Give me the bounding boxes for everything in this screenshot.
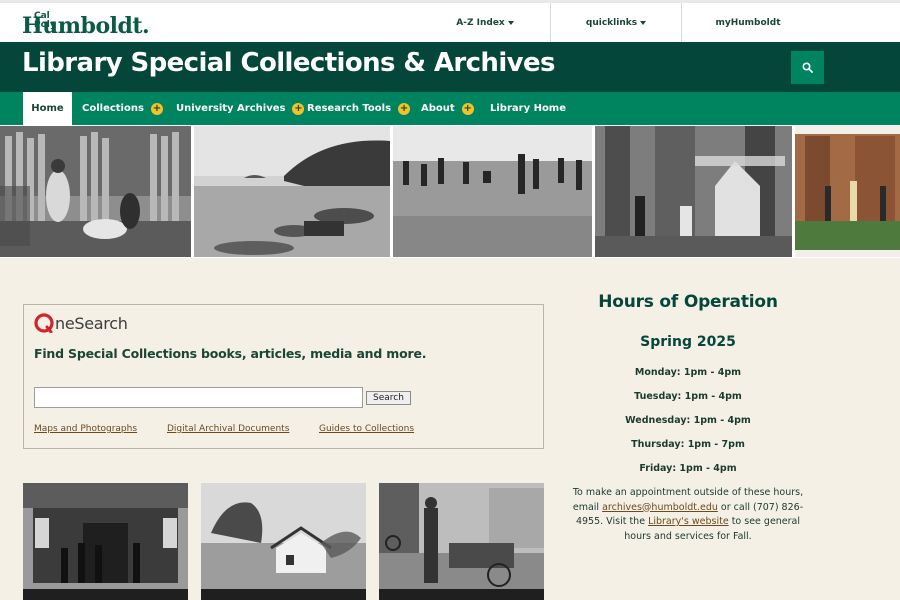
nav-item-collections[interactable]: Collections + (82, 92, 163, 125)
hours-appointment-note: To make an appointment outside of these … (566, 486, 810, 544)
nav-item-home[interactable]: Home (23, 92, 72, 125)
thumbnail-seastack[interactable] (201, 483, 366, 600)
quicklinks-label: quicklinks (585, 17, 638, 28)
nav-item-label: Home (31, 103, 64, 114)
hours-title: Hours of Operation (598, 292, 778, 312)
photo-children-fence (0, 126, 191, 257)
thumbnail-street-vendor[interactable] (379, 483, 544, 600)
hours-day: Tuesday: 1pm - 4pm (634, 391, 742, 402)
az-index-label: A-Z Index (456, 17, 505, 28)
onesearch-search-button[interactable]: Search (366, 391, 411, 405)
nav-item-label: Collections (82, 103, 144, 114)
hours-term: Spring 2025 (640, 334, 736, 350)
az-index-link[interactable]: A-Z Index (420, 3, 550, 42)
myhumboldt-label: myHumboldt (715, 17, 781, 28)
thumbnail-caption-bar (23, 589, 188, 600)
search-icon (802, 62, 813, 73)
onesearch-box: neSearch Find Special Collections books,… (23, 304, 544, 449)
photo-coastline (194, 126, 390, 257)
hours-day: Thursday: 1pm - 7pm (631, 439, 745, 450)
onesearch-logo: neSearch (34, 313, 128, 333)
guides-to-collections-link[interactable]: Guides to Collections (319, 424, 414, 434)
nav-item-about[interactable]: About + (421, 92, 474, 125)
onesearch-logo-icon (34, 313, 54, 333)
hours-day: Friday: 1pm - 4pm (639, 463, 737, 474)
thumbnail-theater[interactable] (23, 483, 188, 600)
quicklinks-link[interactable]: quicklinks (550, 3, 682, 42)
expand-plus-icon[interactable]: + (398, 102, 411, 115)
nav-item-library-home[interactable]: Library Home (490, 92, 566, 125)
digital-archival-documents-link[interactable]: Digital Archival Documents (167, 424, 289, 434)
caret-down-icon (640, 20, 647, 25)
thumbnail-caption-bar (379, 589, 544, 600)
photo-strip (0, 125, 900, 258)
utility-bar: Cal Poly Humboldt. A-Z Index quicklinks … (0, 0, 900, 42)
expand-plus-icon[interactable]: + (292, 102, 305, 115)
onesearch-logo-text: neSearch (55, 313, 128, 333)
expand-plus-icon[interactable]: + (461, 102, 474, 115)
maps-and-photographs-link[interactable]: Maps and Photographs (34, 424, 137, 434)
nav-item-university-archives[interactable]: University Archives + (176, 92, 305, 125)
nav-item-label: Library Home (490, 103, 567, 114)
thumbnail-caption-bar (201, 589, 366, 600)
photo-redwood-camp (595, 126, 792, 257)
onesearch-input[interactable] (34, 387, 363, 408)
nav-item-label: About (421, 103, 455, 114)
site-title[interactable]: Library Special Collections & Archives (22, 48, 556, 78)
nav-item-research-tools[interactable]: Research Tools + (307, 92, 411, 125)
search-button[interactable] (791, 51, 824, 84)
nav-item-label: Research Tools (307, 103, 392, 114)
onesearch-heading: Find Special Collections books, articles… (34, 346, 427, 361)
caret-down-icon (507, 20, 514, 25)
logo-humboldt: Humboldt. (22, 13, 150, 39)
expand-plus-icon[interactable]: + (150, 102, 163, 115)
myhumboldt-link[interactable]: myHumboldt (682, 3, 814, 42)
main-nav: Home Collections + University Archives +… (0, 92, 900, 125)
hours-day: Wednesday: 1pm - 4pm (625, 415, 751, 426)
nav-item-label: University Archives (176, 103, 286, 114)
hours-day: Monday: 1pm - 4pm (634, 367, 742, 378)
library-website-link[interactable]: Library's website (648, 516, 729, 527)
title-band: Library Special Collections & Archives (0, 42, 900, 92)
photo-redwood-postcard (795, 126, 900, 257)
photo-beach-diggers (393, 126, 592, 257)
archives-email-link[interactable]: archives@humboldt.edu (602, 502, 718, 513)
